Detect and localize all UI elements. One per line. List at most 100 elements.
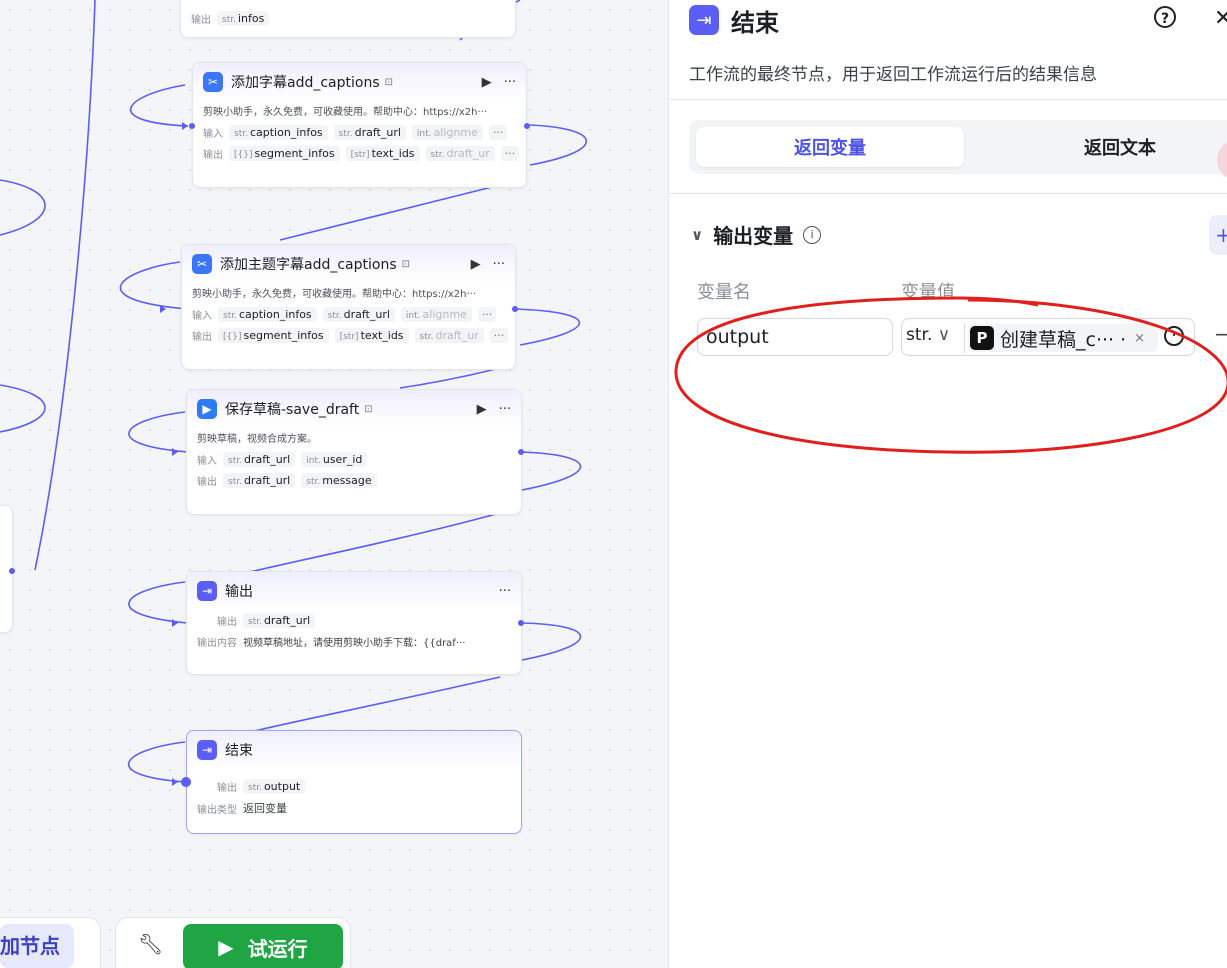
col-header-name: 变量名 (697, 282, 751, 303)
output-chip: str. infos (217, 11, 270, 26)
run-node-icon[interactable]: ▶ (471, 257, 481, 272)
captions-icon: ✂ (203, 72, 223, 92)
workflow-canvas[interactable]: 输出 str. infos ✂ 添加字幕add_captions ⊡ ▶ ··· 剪… (0, 0, 668, 968)
panel-description: 工作流的最终节点，用于返回工作流运行后的结果信息 (689, 65, 1097, 85)
output-variables-section: ∨ 输出变量 i (691, 220, 822, 249)
add-node-toolbar: 加节点 (0, 918, 100, 968)
panel-title: 结束 (731, 8, 779, 37)
input-chip: str. caption_infos (218, 307, 317, 322)
output-label: 输出 (197, 477, 217, 488)
more-chip: ··· (500, 146, 520, 161)
output-port[interactable] (524, 123, 530, 129)
input-label: 输入 (197, 456, 217, 467)
run-node-icon[interactable]: ▶ (477, 402, 487, 417)
more-chip: ··· (488, 125, 508, 140)
output-node[interactable]: ⇥ 输出 ··· 输出 str. draft_url 输出内容 视频草稿地址，请使… (186, 571, 522, 675)
remove-reference-icon[interactable]: × (1134, 331, 1145, 346)
input-label: 输入 (192, 311, 212, 322)
output-port[interactable] (518, 449, 524, 455)
output-label: 输出 (203, 150, 223, 161)
node-title: 添加主题字幕add_captions (220, 257, 397, 273)
run-node-icon[interactable]: ▶ (482, 75, 492, 90)
test-run-button[interactable]: ▶ 试运行 (183, 924, 343, 968)
output-chip: str. draft_url (223, 473, 296, 488)
reference-text: 创建草稿_c··· · (1000, 328, 1127, 351)
type-value: 返回变量 (243, 802, 287, 815)
node-config-panel: ⇥ 结束 ? ✕ 工作流的最终节点，用于返回工作流运行后的结果信息 返回变量 返… (668, 0, 1227, 968)
node-description: 剪映草稿，视频合成方案。 (197, 434, 317, 445)
output-content: 视频草稿地址，请使用剪映小助手下载：{{draf··· (243, 638, 466, 649)
output-label: 输出 (192, 332, 212, 343)
output-port[interactable] (518, 620, 524, 626)
section-title: 输出变量 (713, 224, 794, 248)
run-toolbar: 🔧︎ ▶ 试运行 (116, 918, 350, 968)
out-label: 输出 (191, 15, 211, 26)
output-chip: [{}] segment_infos (218, 328, 329, 343)
output-port[interactable] (512, 306, 518, 312)
output-chip: [{}] segment_infos (229, 146, 340, 161)
more-chip: ··· (489, 328, 509, 343)
input-label: 输入 (203, 129, 223, 140)
node-title: 保存草稿-save_draft (225, 402, 360, 418)
variable-name-input[interactable]: output (697, 318, 893, 356)
input-chip: int. alignme (411, 125, 483, 140)
input-chip: int. user_id (301, 452, 368, 467)
info-node[interactable]: 输出 str. infos (180, 0, 516, 38)
output-label: 输出 (217, 617, 237, 628)
add-theme-captions-node[interactable]: ✂ 添加主题字幕add_captions ⊡ ▶ ··· 剪映小助手，永久免费，可… (181, 244, 516, 370)
info-icon[interactable]: i (803, 225, 822, 244)
play-icon: ▶ (218, 935, 234, 959)
store-icon: ⊡ (364, 403, 373, 415)
store-icon: ⊡ (384, 76, 394, 88)
node-title: 输出 (225, 584, 253, 600)
captions-icon: ✂ (192, 254, 212, 274)
output-chip: str. message (301, 473, 377, 488)
output-chip: [str] text_ids (345, 146, 420, 161)
wrench-icon[interactable]: 🔧︎ (138, 932, 163, 956)
end-node[interactable]: ⇥ 结束 输出 str. output 输出类型 返回变量 (186, 730, 522, 834)
test-run-label: 试运行 (247, 936, 308, 961)
tab-return-text[interactable]: 返回文本 (986, 127, 1227, 167)
remove-variable-icon[interactable]: — (1215, 322, 1227, 347)
output-chip: str. draft_ur (414, 328, 484, 343)
chevron-down-icon[interactable]: ∨ (691, 226, 703, 244)
tab-return-variables[interactable]: 返回变量 (696, 127, 964, 167)
add-captions-node[interactable]: ✂ 添加字幕add_captions ⊡ ▶ ··· 剪映小助手，永久免费，可收藏… (192, 62, 527, 188)
add-variable-button[interactable]: + (1209, 215, 1227, 255)
separator (964, 323, 965, 353)
type-label: 输出类型 (197, 804, 237, 816)
close-icon[interactable]: ✕ (1214, 6, 1227, 31)
content-label: 输出内容 (197, 638, 237, 649)
add-node-button[interactable]: 加节点 (0, 924, 74, 968)
more-icon[interactable]: ··· (499, 584, 511, 599)
end-node-icon: ⇥ (689, 5, 719, 35)
end-node-icon: ⇥ (197, 740, 217, 760)
help-icon[interactable]: ? (1154, 6, 1176, 28)
type-select[interactable]: str. ∨ (906, 325, 950, 345)
divider (669, 193, 1227, 194)
jianying-icon: P (970, 326, 994, 350)
store-icon: ⊡ (401, 258, 411, 270)
left-node-port[interactable] (9, 568, 15, 574)
output-chip: str. output (243, 779, 306, 794)
input-chip: str. draft_url (333, 125, 406, 140)
more-icon[interactable]: ··· (499, 402, 511, 417)
node-description: 剪映小助手，永久免费，可收藏使用。帮助中心：https://x2h··· (192, 289, 476, 300)
divider (669, 99, 1227, 100)
output-chip: str. draft_url (243, 613, 316, 628)
save-draft-node[interactable]: ▶ 保存草稿-save_draft ⊡ ▶ ··· 剪映草稿，视频合成方案。 输入… (186, 389, 522, 515)
input-chip: int. alignme (400, 307, 472, 322)
input-chip: str. caption_infos (229, 125, 328, 140)
more-icon[interactable]: ··· (493, 257, 505, 272)
variable-value-field[interactable]: str. ∨ P 创建草稿_c··· · × • (901, 318, 1195, 356)
chevron-down-icon: ∨ (937, 325, 951, 345)
more-icon[interactable]: ··· (504, 75, 516, 90)
output-node-icon: ⇥ (197, 581, 217, 601)
variable-reference-tag[interactable]: P 创建草稿_c··· · × (968, 324, 1158, 352)
input-port[interactable] (181, 777, 191, 787)
output-chip: str. draft_ur (425, 146, 495, 161)
jianying-icon: ▶ (197, 399, 217, 419)
variable-picker-icon[interactable]: • (1164, 326, 1184, 346)
input-port[interactable] (189, 123, 195, 129)
node-title: 结束 (225, 743, 253, 759)
